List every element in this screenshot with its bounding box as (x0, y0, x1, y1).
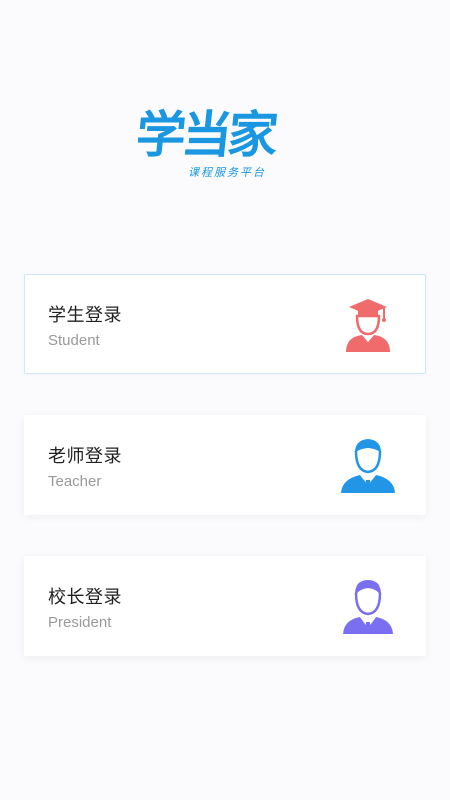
app-logo: 学当家 课程服务平台 (138, 96, 312, 188)
student-login-subtitle: Student (48, 332, 100, 349)
student-login-card[interactable]: 学生登录 Student (24, 274, 426, 374)
president-login-title: 校长登录 (48, 587, 122, 608)
teacher-login-card[interactable]: 老师登录 Teacher (24, 415, 426, 515)
president-login-card[interactable]: 校长登录 President (24, 556, 426, 656)
logo-wordmark: 学当家 (138, 105, 281, 164)
student-login-title: 学生登录 (48, 305, 122, 326)
president-icon (338, 576, 398, 636)
login-role-screen: 学当家 课程服务平台 学生登录 Student 老师登录 Teacher 校长登… (0, 0, 450, 800)
svg-text:学当家: 学当家 (138, 105, 281, 164)
teacher-icon (338, 435, 398, 495)
logo-subtitle: 课程服务平台 (188, 166, 266, 179)
teacher-login-subtitle: Teacher (48, 473, 102, 490)
president-login-subtitle: President (48, 614, 112, 631)
teacher-login-title: 老师登录 (48, 446, 122, 467)
student-graduate-icon (338, 294, 398, 354)
